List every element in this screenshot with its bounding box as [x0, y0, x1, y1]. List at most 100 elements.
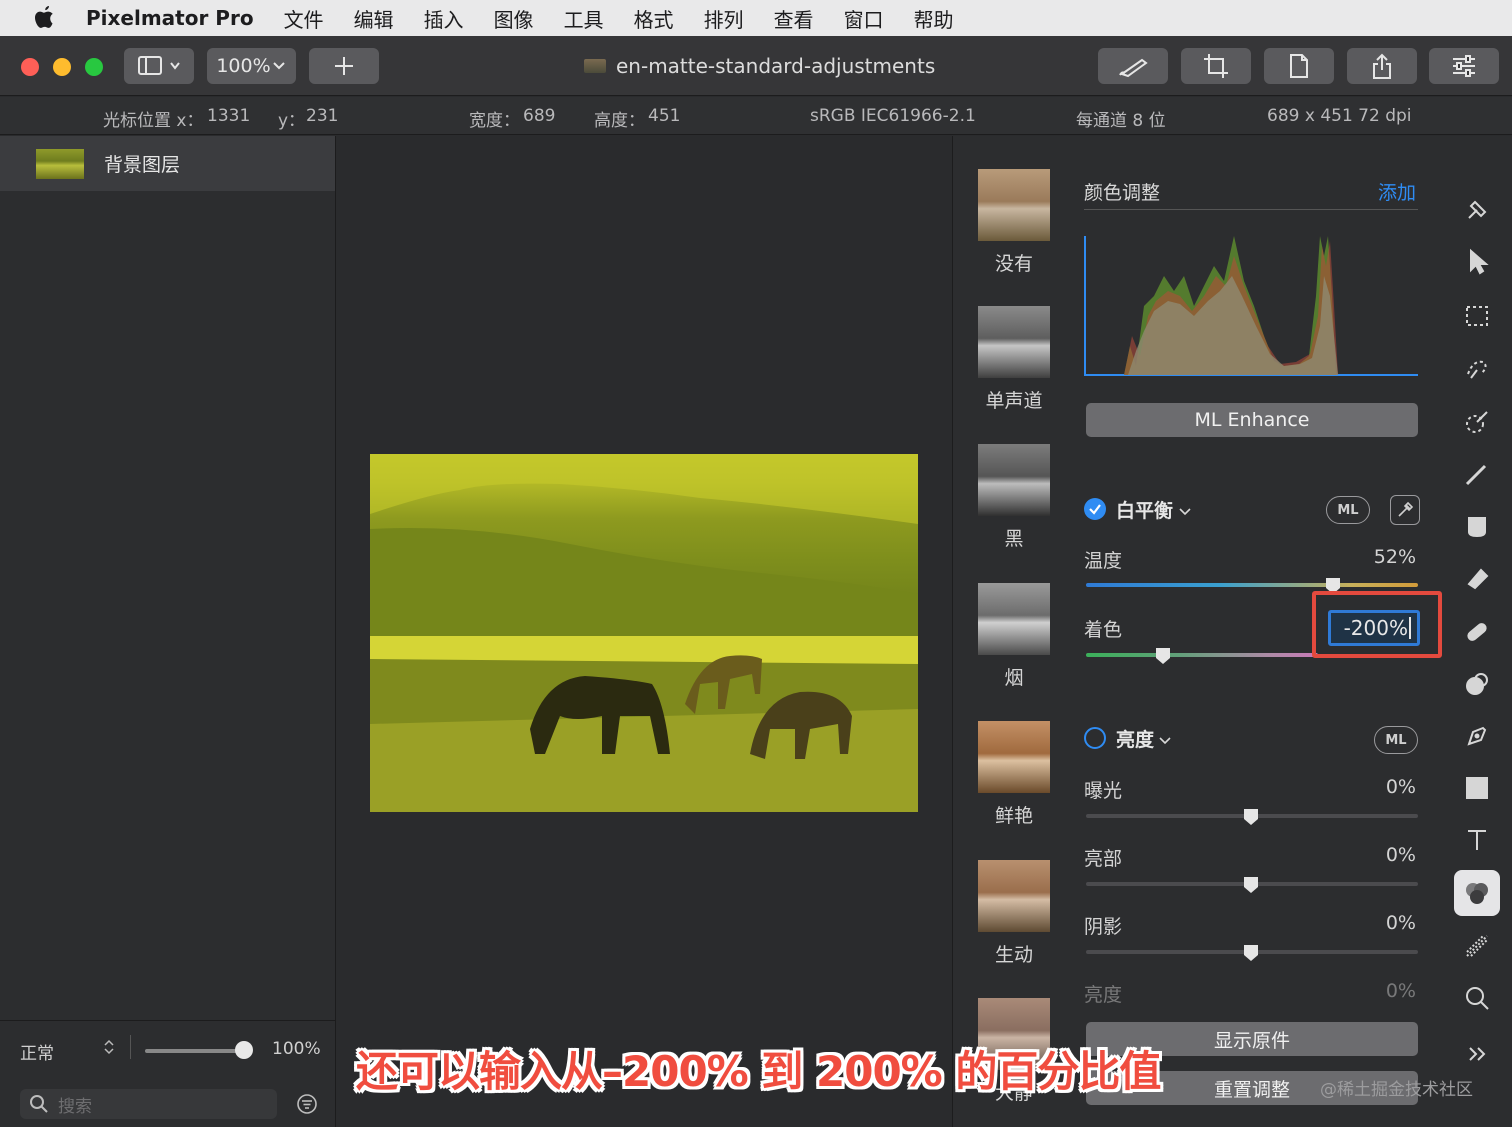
menu-file[interactable]: 文件: [284, 4, 324, 33]
more-tools-icon[interactable]: [1459, 1036, 1495, 1072]
canvas-area[interactable]: [337, 136, 951, 1127]
style-tool-icon[interactable]: [1459, 192, 1495, 228]
arrange-pointer-icon[interactable]: [1459, 244, 1495, 280]
zoom-value: 100%: [216, 55, 271, 77]
menu-insert[interactable]: 插入: [424, 4, 464, 33]
chevron-down-icon[interactable]: [1158, 731, 1172, 750]
shadows-label: 阴影: [1084, 916, 1123, 938]
white-balance-title[interactable]: 白平衡: [1116, 496, 1173, 523]
add-button[interactable]: [309, 48, 379, 84]
preset-vivid[interactable]: 鲜艳: [977, 721, 1051, 828]
zoom-window-button[interactable]: [85, 58, 103, 76]
preset-thumbnail: [978, 169, 1050, 241]
eyedropper-icon: [1398, 501, 1414, 517]
updown-chevron-icon[interactable]: [102, 1037, 116, 1061]
close-window-button[interactable]: [21, 58, 39, 76]
preset-thumbnail: [978, 860, 1050, 932]
document-title: en-matte-standard-adjustments: [584, 54, 935, 78]
menu-window[interactable]: 窗口: [844, 4, 884, 33]
brightness-ml-button[interactable]: ML: [1374, 726, 1418, 754]
preset-label: 没有: [994, 253, 1033, 275]
menu-tools[interactable]: 工具: [564, 4, 604, 33]
brush-tool-button[interactable]: [1098, 48, 1168, 84]
paint-brush-icon[interactable]: [1459, 456, 1495, 492]
shadows-value[interactable]: 0%: [1386, 912, 1416, 934]
shape-tool-icon[interactable]: [1459, 770, 1495, 806]
exposure-slider-knob[interactable]: [1243, 808, 1259, 826]
tutorial-caption: 还可以输入从–200% 到 200% 的百分比值: [356, 1047, 1161, 1096]
minimize-window-button[interactable]: [53, 58, 71, 76]
cursor-y-value: 231: [306, 106, 339, 126]
apple-icon[interactable]: [30, 6, 60, 30]
menu-edit[interactable]: 编辑: [354, 4, 394, 33]
highlights-value[interactable]: 0%: [1386, 844, 1416, 866]
menu-app-name[interactable]: Pixelmator Pro: [86, 6, 254, 30]
preset-label: 生动: [994, 944, 1033, 966]
chevron-down-icon[interactable]: [1178, 502, 1192, 521]
exposure-value[interactable]: 0%: [1386, 776, 1416, 798]
shadows-slider-knob[interactable]: [1243, 944, 1259, 962]
document-title-text: en-matte-standard-adjustments: [616, 54, 936, 78]
exposure-label: 曝光: [1084, 780, 1123, 802]
width-value: 689: [523, 106, 556, 126]
white-balance-ml-button[interactable]: ML: [1326, 496, 1370, 524]
opacity-slider-knob[interactable]: [235, 1041, 253, 1059]
preset-mono[interactable]: 单声道: [977, 306, 1051, 413]
divider: [130, 1035, 131, 1059]
pen-tool-icon[interactable]: [1459, 718, 1495, 754]
eraser-icon[interactable]: [1459, 560, 1495, 596]
preset-label: 黑: [1004, 528, 1024, 550]
preset-black[interactable]: 黑: [977, 444, 1051, 551]
checkmark-icon: [1089, 504, 1101, 515]
temperature-slider[interactable]: [1086, 583, 1418, 587]
menu-arrange[interactable]: 排列: [704, 4, 744, 33]
color-picker-icon[interactable]: [1459, 404, 1495, 440]
preset-smoke[interactable]: 烟: [977, 583, 1051, 690]
brightness-checkbox[interactable]: [1084, 727, 1106, 749]
brightness-value[interactable]: 0%: [1386, 980, 1416, 1002]
menu-help[interactable]: 帮助: [914, 4, 954, 33]
tools-column: [1442, 136, 1512, 1127]
layer-controls: 正常 100% 搜索: [0, 1020, 335, 1127]
brightness-label: 亮度: [1084, 984, 1123, 1006]
white-balance-checkbox[interactable]: [1084, 498, 1106, 520]
cursor-x-value: 1331: [207, 106, 251, 126]
layer-search-input[interactable]: 搜索: [20, 1089, 277, 1119]
adjustments-panel-button[interactable]: [1429, 48, 1499, 84]
highlights-label: 亮部: [1084, 848, 1123, 870]
share-button[interactable]: [1347, 48, 1417, 84]
ml-enhance-button[interactable]: ML Enhance: [1086, 403, 1418, 437]
add-adjustment-button[interactable]: 添加: [1378, 178, 1416, 205]
filter-icon[interactable]: [296, 1093, 318, 1119]
zoom-dropdown[interactable]: 100%: [207, 48, 296, 84]
blend-mode-select[interactable]: 正常: [20, 1039, 54, 1064]
brightness-title[interactable]: 亮度: [1116, 725, 1154, 752]
sidebar-toggle-button[interactable]: [124, 48, 194, 84]
temperature-value[interactable]: 52%: [1374, 546, 1416, 568]
share-icon: [1373, 53, 1391, 79]
zoom-tool-icon[interactable]: [1459, 980, 1495, 1016]
type-tool-icon[interactable]: [1459, 822, 1495, 858]
repair-bandage-icon[interactable]: [1459, 614, 1495, 650]
cursor-x-label: 光标位置 x：: [103, 111, 204, 131]
menu-image[interactable]: 图像: [494, 4, 534, 33]
retouch-icon[interactable]: [1459, 666, 1495, 702]
rectangle-select-icon[interactable]: [1459, 298, 1495, 334]
preset-lively[interactable]: 生动: [977, 860, 1051, 967]
effects-icon[interactable]: [1459, 928, 1495, 964]
format-button[interactable]: [1264, 48, 1334, 84]
tint-slider[interactable]: [1086, 653, 1318, 657]
paint-bucket-icon[interactable]: [1459, 508, 1495, 544]
quick-select-icon[interactable]: [1459, 350, 1495, 386]
opacity-slider[interactable]: [145, 1049, 245, 1053]
tint-slider-knob[interactable]: [1155, 647, 1171, 665]
canvas-image[interactable]: [370, 454, 918, 812]
highlights-slider-knob[interactable]: [1243, 876, 1259, 894]
menu-format[interactable]: 格式: [634, 4, 674, 33]
color-adjust-icon[interactable]: [1459, 875, 1495, 911]
preset-none[interactable]: 没有: [977, 169, 1051, 276]
layer-row[interactable]: 背景图层: [0, 136, 335, 191]
menu-view[interactable]: 查看: [774, 4, 814, 33]
eyedropper-button[interactable]: [1390, 495, 1420, 525]
crop-button[interactable]: [1181, 48, 1251, 84]
